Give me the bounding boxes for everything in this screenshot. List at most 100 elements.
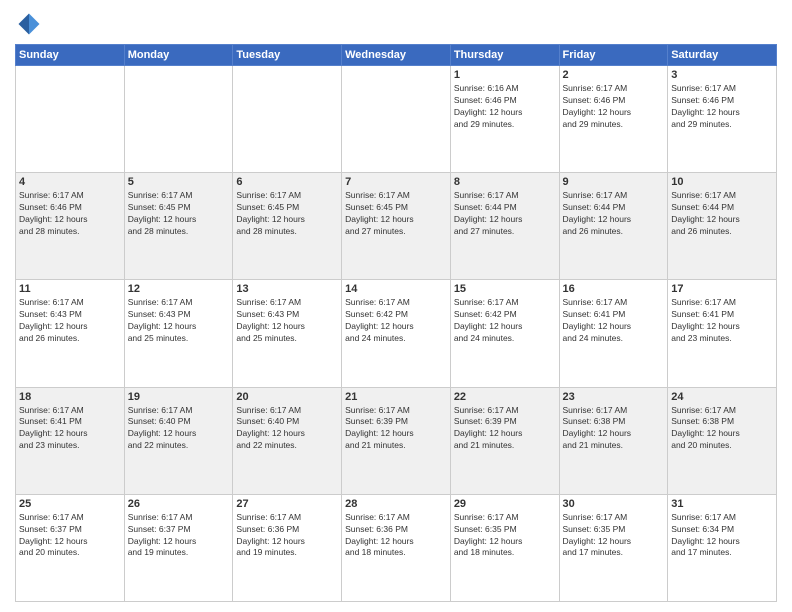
day-number: 30 <box>563 498 665 510</box>
day-info: Sunrise: 6:17 AM Sunset: 6:36 PM Dayligh… <box>345 512 447 560</box>
header-saturday: Saturday <box>668 45 777 66</box>
day-number: 3 <box>671 69 773 81</box>
day-info: Sunrise: 6:17 AM Sunset: 6:43 PM Dayligh… <box>19 297 121 345</box>
day-number: 9 <box>563 176 665 188</box>
day-number: 14 <box>345 283 447 295</box>
header-wednesday: Wednesday <box>342 45 451 66</box>
calendar-cell: 29Sunrise: 6:17 AM Sunset: 6:35 PM Dayli… <box>450 494 559 601</box>
calendar-cell: 16 Sunrise: 6:17 AM Sunset: 6:41 PM Dayli… <box>559 280 668 387</box>
day-info: Sunrise: 6:17 AM Sunset: 6:38 PM Dayligh… <box>671 405 773 453</box>
day-info: Sunrise: 6:17 AM Sunset: 6:40 PM Dayligh… <box>236 405 338 453</box>
day-info: Sunrise: 6:17 AM Sunset: 6:43 PM Dayligh… <box>128 297 230 345</box>
calendar-cell: 1 Sunrise: 6:16 AM Sunset: 6:46 PM Daylig… <box>450 66 559 173</box>
day-info: Sunrise: 6:17 AM Sunset: 6:46 PM Dayligh… <box>563 83 665 131</box>
day-info: Sunrise: 6:17 AM Sunset: 6:35 PM Dayligh… <box>563 512 665 560</box>
day-number: 24 <box>671 391 773 403</box>
day-info: Sunrise: 6:17 AM Sunset: 6:41 PM Dayligh… <box>671 297 773 345</box>
calendar-header: SundayMondayTuesdayWednesdayThursdayFrid… <box>16 45 777 66</box>
logo-icon <box>15 10 43 38</box>
calendar-cell: 26 Sunrise: 6:17 AM Sunset: 6:37 PM Dayli… <box>124 494 233 601</box>
week-row-0: 1 Sunrise: 6:16 AM Sunset: 6:46 PM Daylig… <box>16 66 777 173</box>
day-info: Sunrise: 6:17 AM Sunset: 6:45 PM Dayligh… <box>345 190 447 238</box>
calendar-cell: 14 Sunrise: 6:17 AM Sunset: 6:42 PM Dayli… <box>342 280 451 387</box>
header-sunday: Sunday <box>16 45 125 66</box>
day-number: 1 <box>454 69 556 81</box>
day-number: 18 <box>19 391 121 403</box>
day-info: Sunrise: 6:16 AM Sunset: 6:46 PM Dayligh… <box>454 83 556 131</box>
day-number: 8 <box>454 176 556 188</box>
calendar-cell: 19Sunrise: 6:17 AM Sunset: 6:40 PM Dayli… <box>124 387 233 494</box>
day-info: Sunrise: 6:17 AM Sunset: 6:46 PM Dayligh… <box>671 83 773 131</box>
calendar-cell: 12 Sunrise: 6:17 AM Sunset: 6:43 PM Dayli… <box>124 280 233 387</box>
day-number: 15 <box>454 283 556 295</box>
calendar-cell: 3 Sunrise: 6:17 AM Sunset: 6:46 PM Daylig… <box>668 66 777 173</box>
calendar-cell: 15 Sunrise: 6:17 AM Sunset: 6:42 PM Dayli… <box>450 280 559 387</box>
day-info: Sunrise: 6:17 AM Sunset: 6:37 PM Dayligh… <box>128 512 230 560</box>
day-number: 25 <box>19 498 121 510</box>
calendar-cell: 7 Sunrise: 6:17 AM Sunset: 6:45 PM Daylig… <box>342 173 451 280</box>
day-info: Sunrise: 6:17 AM Sunset: 6:38 PM Dayligh… <box>563 405 665 453</box>
day-info: Sunrise: 6:17 AM Sunset: 6:42 PM Dayligh… <box>454 297 556 345</box>
calendar-cell <box>233 66 342 173</box>
day-info: Sunrise: 6:17 AM Sunset: 6:35 PM Dayligh… <box>454 512 556 560</box>
calendar-cell: 23 Sunrise: 6:17 AM Sunset: 6:38 PM Dayli… <box>559 387 668 494</box>
page: SundayMondayTuesdayWednesdayThursdayFrid… <box>0 0 792 612</box>
calendar-cell: 9Sunrise: 6:17 AM Sunset: 6:44 PM Daylig… <box>559 173 668 280</box>
day-number: 2 <box>563 69 665 81</box>
day-info: Sunrise: 6:17 AM Sunset: 6:41 PM Dayligh… <box>19 405 121 453</box>
calendar-table: SundayMondayTuesdayWednesdayThursdayFrid… <box>15 44 777 602</box>
day-info: Sunrise: 6:17 AM Sunset: 6:36 PM Dayligh… <box>236 512 338 560</box>
calendar-cell <box>16 66 125 173</box>
day-info: Sunrise: 6:17 AM Sunset: 6:44 PM Dayligh… <box>454 190 556 238</box>
day-number: 21 <box>345 391 447 403</box>
day-info: Sunrise: 6:17 AM Sunset: 6:41 PM Dayligh… <box>563 297 665 345</box>
day-info: Sunrise: 6:17 AM Sunset: 6:45 PM Dayligh… <box>236 190 338 238</box>
day-number: 13 <box>236 283 338 295</box>
day-number: 19 <box>128 391 230 403</box>
week-row-3: 18 Sunrise: 6:17 AM Sunset: 6:41 PM Dayli… <box>16 387 777 494</box>
calendar-cell: 28 Sunrise: 6:17 AM Sunset: 6:36 PM Dayli… <box>342 494 451 601</box>
calendar-body: 1 Sunrise: 6:16 AM Sunset: 6:46 PM Daylig… <box>16 66 777 602</box>
calendar-cell <box>342 66 451 173</box>
day-number: 7 <box>345 176 447 188</box>
day-info: Sunrise: 6:17 AM Sunset: 6:45 PM Dayligh… <box>128 190 230 238</box>
header-tuesday: Tuesday <box>233 45 342 66</box>
day-number: 20 <box>236 391 338 403</box>
calendar-cell: 5Sunrise: 6:17 AM Sunset: 6:45 PM Daylig… <box>124 173 233 280</box>
day-number: 4 <box>19 176 121 188</box>
calendar-cell: 6 Sunrise: 6:17 AM Sunset: 6:45 PM Daylig… <box>233 173 342 280</box>
day-number: 22 <box>454 391 556 403</box>
week-row-4: 25 Sunrise: 6:17 AM Sunset: 6:37 PM Dayli… <box>16 494 777 601</box>
day-number: 10 <box>671 176 773 188</box>
calendar-cell: 27 Sunrise: 6:17 AM Sunset: 6:36 PM Dayli… <box>233 494 342 601</box>
day-number: 6 <box>236 176 338 188</box>
day-number: 26 <box>128 498 230 510</box>
calendar-cell: 2 Sunrise: 6:17 AM Sunset: 6:46 PM Daylig… <box>559 66 668 173</box>
day-info: Sunrise: 6:17 AM Sunset: 6:39 PM Dayligh… <box>345 405 447 453</box>
calendar-cell: 25Sunrise: 6:17 AM Sunset: 6:37 PM Dayli… <box>16 494 125 601</box>
day-number: 23 <box>563 391 665 403</box>
day-number: 16 <box>563 283 665 295</box>
calendar-cell: 22 Sunrise: 6:17 AM Sunset: 6:39 PM Dayli… <box>450 387 559 494</box>
calendar-cell: 11 Sunrise: 6:17 AM Sunset: 6:43 PM Dayli… <box>16 280 125 387</box>
day-number: 12 <box>128 283 230 295</box>
calendar-cell: 17Sunrise: 6:17 AM Sunset: 6:41 PM Dayli… <box>668 280 777 387</box>
day-info: Sunrise: 6:17 AM Sunset: 6:34 PM Dayligh… <box>671 512 773 560</box>
header-thursday: Thursday <box>450 45 559 66</box>
calendar-cell: 30 Sunrise: 6:17 AM Sunset: 6:35 PM Dayli… <box>559 494 668 601</box>
day-info: Sunrise: 6:17 AM Sunset: 6:39 PM Dayligh… <box>454 405 556 453</box>
day-number: 27 <box>236 498 338 510</box>
calendar-cell: 8 Sunrise: 6:17 AM Sunset: 6:44 PM Daylig… <box>450 173 559 280</box>
week-row-2: 11 Sunrise: 6:17 AM Sunset: 6:43 PM Dayli… <box>16 280 777 387</box>
day-number: 11 <box>19 283 121 295</box>
calendar-cell: 4Sunrise: 6:17 AM Sunset: 6:46 PM Daylig… <box>16 173 125 280</box>
day-number: 31 <box>671 498 773 510</box>
calendar-cell: 20 Sunrise: 6:17 AM Sunset: 6:40 PM Dayli… <box>233 387 342 494</box>
calendar-cell: 10 Sunrise: 6:17 AM Sunset: 6:44 PM Dayli… <box>668 173 777 280</box>
day-info: Sunrise: 6:17 AM Sunset: 6:42 PM Dayligh… <box>345 297 447 345</box>
day-info: Sunrise: 6:17 AM Sunset: 6:44 PM Dayligh… <box>671 190 773 238</box>
calendar-cell <box>124 66 233 173</box>
day-number: 28 <box>345 498 447 510</box>
calendar-cell: 21 Sunrise: 6:17 AM Sunset: 6:39 PM Dayli… <box>342 387 451 494</box>
header-friday: Friday <box>559 45 668 66</box>
